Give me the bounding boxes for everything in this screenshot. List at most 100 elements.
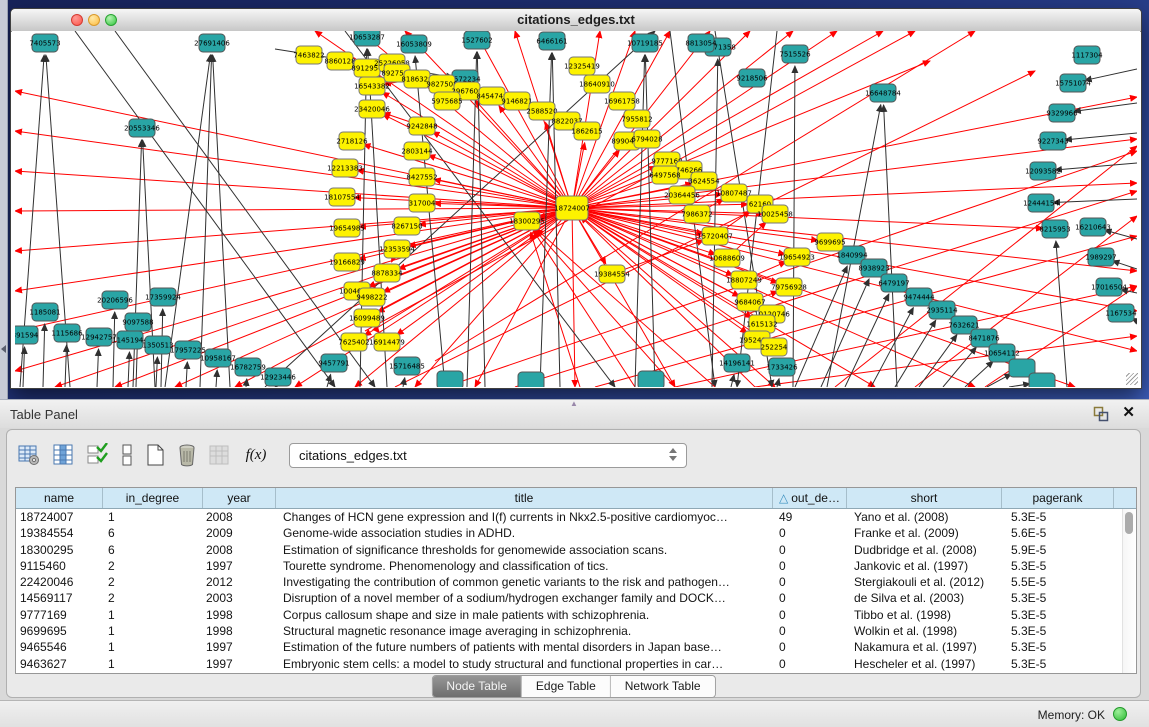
graph-node[interactable]: 8813054 (685, 34, 717, 52)
graph-node[interactable]: 16210643 (1075, 218, 1111, 236)
graph-node[interactable]: 391594 (15, 326, 39, 344)
graph-node[interactable]: 16961758 (604, 92, 640, 110)
graph-node[interactable]: 14196141 (719, 354, 755, 372)
graph-node[interactable]: 19166829 (329, 253, 365, 271)
tab-node-table[interactable]: Node Table (432, 676, 522, 697)
panel-splitter-handle[interactable]: ▲ (570, 399, 578, 408)
tab-network-table[interactable]: Network Table (611, 676, 715, 697)
graph-node[interactable]: 10807487 (716, 184, 752, 202)
table-row[interactable]: 969969511998Structural magnetic resonanc… (16, 623, 1136, 639)
graph-node[interactable]: 1350513 (142, 336, 173, 354)
import-table-icon[interactable] (205, 441, 233, 469)
table-row[interactable]: 1938455462009Genome-wide association stu… (16, 525, 1136, 541)
network-table-selector[interactable]: citations_edges.txt (289, 443, 687, 468)
graph-node[interactable]: 2803144 (401, 142, 433, 160)
citation-network-graph[interactable]: 7405573276914061065328716053809152760264… (15, 31, 1137, 387)
table-row[interactable]: 946362711997Embryonic stem cells: a mode… (16, 656, 1136, 672)
column-header-title[interactable]: title (276, 488, 773, 508)
graph-node[interactable]: 18640910 (579, 75, 615, 93)
column-header-in_degree[interactable]: in_degree (103, 488, 203, 508)
graph-node[interactable]: 20364456 (664, 186, 700, 204)
graph-node[interactable]: 7463822 (293, 46, 324, 64)
graph-node[interactable]: 18107554 (324, 188, 360, 206)
graph-node[interactable]: 17359924 (145, 288, 181, 306)
graph-node[interactable]: 6497568 (649, 166, 680, 184)
graph-node[interactable]: 20553346 (124, 119, 160, 137)
graph-node[interactable]: 9218506 (736, 69, 768, 87)
graph-node[interactable]: 16914479 (369, 333, 405, 351)
graph-node[interactable]: 12093582 (1025, 162, 1061, 180)
graph-node[interactable] (437, 371, 463, 387)
graph-node[interactable]: 27691406 (194, 34, 230, 52)
memory-status-indicator[interactable] (1113, 707, 1127, 721)
graph-node[interactable] (518, 372, 544, 387)
graph-node[interactable] (638, 371, 664, 387)
graph-node[interactable]: 1862615 (571, 122, 602, 140)
graph-node[interactable]: 7625402 (338, 333, 369, 351)
graph-node[interactable]: 8878334 (371, 264, 403, 282)
column-header-name[interactable]: name (16, 488, 103, 508)
graph-node[interactable]: 9242848 (406, 117, 437, 135)
graph-node[interactable]: 12444154 (1023, 194, 1059, 212)
table-row[interactable]: 1872400712008Changes of HCN gene express… (16, 509, 1136, 525)
graph-node[interactable]: 23420046 (354, 100, 390, 118)
graph-node[interactable]: 19384554 (594, 265, 630, 283)
graph-node[interactable]: 19654923 (779, 248, 815, 266)
graph-node[interactable]: 16543382 (354, 77, 390, 95)
table-row[interactable]: 2242004622012Investigating the contribut… (16, 574, 1136, 590)
delete-table-icon[interactable] (173, 441, 201, 469)
zoom-window-button[interactable] (105, 14, 117, 26)
graph-node[interactable]: 1117304 (1071, 46, 1103, 64)
table-row[interactable]: 1830029562008Estimation of significance … (16, 542, 1136, 558)
column-header-short[interactable]: short (847, 488, 1002, 508)
column-header-pagerank[interactable]: pagerank (1002, 488, 1114, 508)
graph-node[interactable]: 6466161 (536, 32, 567, 50)
graph-node[interactable]: 10025458 (757, 205, 793, 223)
graph-node[interactable]: 6794028 (631, 130, 662, 148)
window-resize-grip[interactable] (1126, 373, 1138, 385)
graph-node[interactable]: 10719185 (627, 34, 663, 52)
graph-node[interactable]: 7986372 (681, 205, 712, 223)
table-scrollbar[interactable] (1122, 509, 1136, 673)
graph-node[interactable]: 19654985 (329, 219, 365, 237)
graph-node[interactable]: 79756928 (771, 278, 807, 296)
graph-node[interactable]: 6479197 (878, 274, 909, 292)
graph-node[interactable]: 9699695 (814, 233, 845, 251)
graph-node[interactable]: 7955812 (621, 110, 652, 128)
graph-node[interactable]: 9329966 (1046, 104, 1078, 122)
graph-node[interactable]: 7515526 (779, 45, 811, 63)
table-row[interactable]: 946554611997Estimation of the future num… (16, 639, 1136, 655)
close-window-button[interactable] (71, 14, 83, 26)
graph-node[interactable]: 317004 (409, 194, 436, 212)
graph-node[interactable] (1029, 373, 1055, 387)
network-canvas[interactable]: 7405573276914061065328716053809152760264… (12, 31, 1140, 387)
table-row[interactable]: 977716911998Corpus callosum shape and si… (16, 607, 1136, 623)
graph-node[interactable]: 9457791 (318, 354, 349, 372)
graph-node[interactable]: 8427552 (406, 168, 437, 186)
graph-node[interactable]: 252254 (761, 338, 788, 356)
window-titlebar[interactable]: citations_edges.txt (11, 9, 1141, 32)
new-table-icon[interactable] (141, 441, 169, 469)
table-row[interactable]: 1456911722003Disruption of a novel membe… (16, 590, 1136, 606)
graph-node[interactable]: 16099489 (349, 309, 385, 327)
graph-node[interactable]: 12325419 (564, 57, 600, 75)
graph-node[interactable]: 16648784 (865, 84, 901, 102)
graph-node[interactable]: 12923446 (260, 368, 296, 386)
tab-edge-table[interactable]: Edge Table (522, 676, 611, 697)
graph-node[interactable]: 15716485 (389, 357, 425, 375)
close-panel-icon[interactable]: ✕ (1122, 404, 1135, 422)
graph-node[interactable]: 1733426 (766, 358, 798, 376)
table-settings-icon[interactable] (15, 441, 43, 469)
minimize-window-button[interactable] (88, 14, 100, 26)
table-row[interactable]: 911546021997Tourette syndrome. Phenomeno… (16, 558, 1136, 574)
column-header-out_degree[interactable]: △out_de… (773, 488, 847, 508)
function-builder-icon[interactable]: f(x) (239, 441, 273, 469)
collapse-left-arrow-icon[interactable] (1, 345, 6, 353)
graph-node[interactable]: 16053809 (396, 35, 432, 53)
float-window-icon[interactable] (1093, 406, 1109, 422)
graph-node[interactable]: 10653287 (349, 31, 385, 46)
control-panel-splitter[interactable] (0, 0, 8, 399)
cell-icon[interactable] (113, 441, 141, 469)
graph-node[interactable]: 1115686 (51, 324, 83, 342)
graph-node[interactable]: 8267150 (391, 217, 422, 235)
